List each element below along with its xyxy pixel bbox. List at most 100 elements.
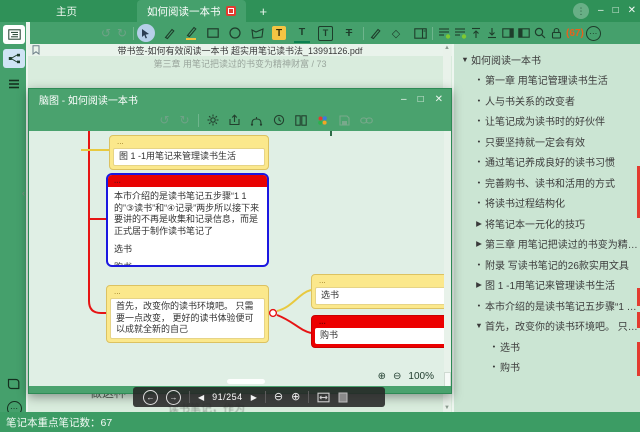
ink-pen-tool-icon[interactable] <box>367 25 383 42</box>
undo-icon[interactable]: ↺ <box>98 25 114 42</box>
mindmap-node-buy-book[interactable]: ... 购书 <box>311 315 446 348</box>
export-notes-icon[interactable] <box>436 25 452 42</box>
text-highlight-tool[interactable]: T <box>272 26 286 40</box>
text-underline-tool[interactable]: T <box>294 23 310 43</box>
outline-item[interactable]: •本市介绍的是读书笔记五步骤“1 1 的”③ 读... <box>454 295 640 316</box>
text-box-tool[interactable]: T <box>318 26 333 41</box>
outline-item[interactable]: ▼首先，改变你的读书环境吧。 只需要一点... <box>454 316 640 337</box>
scroll-up-icon[interactable]: ▲ <box>444 45 450 51</box>
mindmap-node-selected[interactable]: ... 本市介绍的是读书笔记五步骤“1 1 的”③读书”和“④记录”两步所以接下… <box>106 173 269 267</box>
mindmap-redo-icon[interactable]: ↻ <box>177 112 192 129</box>
mindmap-close-button[interactable]: ✕ <box>435 94 443 105</box>
fit-page-icon[interactable] <box>338 392 348 403</box>
outline-item[interactable]: •通过笔记养成良好的读书习惯 <box>454 152 640 173</box>
outline-item[interactable]: •完善购书、读书和活用的方式 <box>454 172 640 193</box>
outline-item[interactable]: ▶第三章 用笔记把读过的书变为精神财富 <box>454 234 640 255</box>
mindmap-history-clock-icon[interactable] <box>271 112 286 129</box>
mindmap-node-quote[interactable]: ... 首先，改变你的读书环境吧。 只需要一点改变， 更好的读书体验便可以成就全… <box>106 285 269 343</box>
node-body: 选书 <box>315 287 446 305</box>
circle-tool-icon[interactable] <box>227 25 243 42</box>
mindmap-node-figure[interactable]: ... 图 1 -1用笔记来管理读书生活 <box>109 135 269 170</box>
collapse-arrow-icon[interactable]: ▶ <box>473 219 485 228</box>
history-forward-button[interactable]: → <box>166 390 181 405</box>
bullet-icon: • <box>473 96 485 105</box>
mindmap-maximize-button[interactable]: □ <box>418 94 424 105</box>
bookmark-flag-icon[interactable] <box>32 45 40 55</box>
lock-icon[interactable] <box>548 25 564 42</box>
outline-panel-icon[interactable] <box>3 25 25 44</box>
close-button[interactable]: ✕ <box>628 6 636 16</box>
mindmap-window[interactable]: 脑图 - 如何阅读一本书 – □ ✕ ↺ ↻ <box>28 88 452 394</box>
notes-list-icon[interactable] <box>3 74 25 93</box>
outline-item-label: 第三章 用笔记把读过的书变为精神财富 <box>485 236 640 251</box>
text-strikethrough-tool[interactable]: T <box>341 25 357 42</box>
collapse-arrow-icon[interactable]: ▼ <box>473 321 485 330</box>
zoom-in-button[interactable]: ⊕ <box>291 392 300 403</box>
rectangle-tool-icon[interactable] <box>205 25 221 42</box>
node-header: ... <box>114 288 265 296</box>
outline-item[interactable]: •人与书关系的改变者 <box>454 90 640 111</box>
eraser-tool-icon[interactable]: ◇ <box>388 25 404 42</box>
fit-width-icon[interactable] <box>317 392 330 403</box>
new-tab-button[interactable]: + <box>260 4 268 19</box>
mindmap-zoom-in-icon[interactable]: ⊕ <box>378 371 386 382</box>
outline-item[interactable]: •只要坚持就一定会有效 <box>454 131 640 152</box>
note-count-badge[interactable]: (67) <box>566 28 584 39</box>
outline-item[interactable]: •附录 写读书笔记的26款实用文具 <box>454 254 640 275</box>
mindmap-color-palette-icon[interactable] <box>315 112 330 129</box>
pen-tool-icon[interactable] <box>161 25 177 42</box>
sidebar-left-panel-icon[interactable] <box>500 25 516 42</box>
minimize-button[interactable]: – <box>598 6 604 16</box>
outline-item[interactable]: •选书 <box>454 336 640 357</box>
outline-item[interactable]: ▼如何阅读一本书 <box>454 49 640 70</box>
mindmap-save-icon[interactable] <box>337 112 352 129</box>
mindmap-minimize-button[interactable]: – <box>401 94 407 105</box>
outline-item[interactable]: •让笔记成为读书时的好伙伴 <box>454 111 640 132</box>
collapse-arrow-icon[interactable]: ▼ <box>459 55 471 64</box>
mindmap-node-select-book[interactable]: ... 选书 <box>311 274 446 309</box>
mindmap-undo-icon[interactable]: ↺ <box>157 112 172 129</box>
mindmap-export-icon[interactable] <box>227 112 242 129</box>
outline-item[interactable]: •将读书过程结构化 <box>454 193 640 214</box>
mindmap-columns-icon[interactable] <box>293 112 308 129</box>
app-menu-icon[interactable]: ⋮ <box>573 3 589 19</box>
mindmap-layout-tree-icon[interactable] <box>249 112 264 129</box>
book-icon[interactable] <box>3 374 25 393</box>
redo-icon[interactable]: ↻ <box>114 25 130 42</box>
highlighter-tool-icon[interactable] <box>183 25 199 42</box>
select-cursor-tool[interactable] <box>137 24 155 42</box>
collapse-arrow-icon[interactable]: ▶ <box>473 280 485 289</box>
outline-item[interactable]: •第一章 用笔记管理读书生活 <box>454 70 640 91</box>
mindmap-zoom-out-icon[interactable]: ⊖ <box>393 371 401 382</box>
export-outline-icon[interactable] <box>452 25 468 42</box>
page-indicator[interactable]: 91/254 <box>212 392 243 402</box>
mindmap-hscrollbar[interactable] <box>227 379 265 384</box>
mindmap-vscrollbar[interactable] <box>444 131 451 388</box>
outline-item[interactable]: ▶将笔记本一元化的技巧 <box>454 213 640 234</box>
mindmap-canvas[interactable]: ... 图 1 -1用笔记来管理读书生活 ... 本市介绍的是读书笔记五步骤“1… <box>29 131 446 388</box>
mindmap-settings-gear-icon[interactable] <box>205 112 220 129</box>
search-icon[interactable] <box>532 25 548 42</box>
prev-page-button[interactable]: ◀ <box>198 393 204 402</box>
tab-document[interactable]: 如何阅读一本书 <box>137 0 246 22</box>
mindmap-titlebar[interactable]: 脑图 - 如何阅读一本书 – □ ✕ <box>29 89 451 109</box>
toolbar-more-icon[interactable]: ⋯ <box>586 26 601 41</box>
panel-collapse-handle-icon[interactable]: ‹ <box>22 188 25 198</box>
outline-item[interactable]: •购书 <box>454 357 640 378</box>
zoom-out-button[interactable]: ⊖ <box>274 392 283 403</box>
tab-home[interactable]: 主页 <box>56 4 77 19</box>
pdf-badge-icon[interactable] <box>226 6 236 16</box>
sidebar-right-panel-icon[interactable] <box>516 25 532 42</box>
reading-layout-icon[interactable] <box>412 25 428 42</box>
scroll-down-icon[interactable]: ▼ <box>444 405 450 411</box>
mindmap-panel-icon[interactable] <box>3 49 25 68</box>
polygon-tool-icon[interactable] <box>249 25 265 42</box>
import-icon[interactable] <box>468 25 484 42</box>
outline-item[interactable]: ▶图 1 -1用笔记来管理读书生活 <box>454 275 640 296</box>
collapse-arrow-icon[interactable]: ▶ <box>473 239 485 248</box>
maximize-button[interactable]: □ <box>613 6 619 16</box>
next-page-button[interactable]: ▶ <box>251 393 257 402</box>
mindmap-link-icon[interactable] <box>359 112 374 129</box>
history-back-button[interactable]: ← <box>143 390 158 405</box>
download-icon[interactable] <box>484 25 500 42</box>
